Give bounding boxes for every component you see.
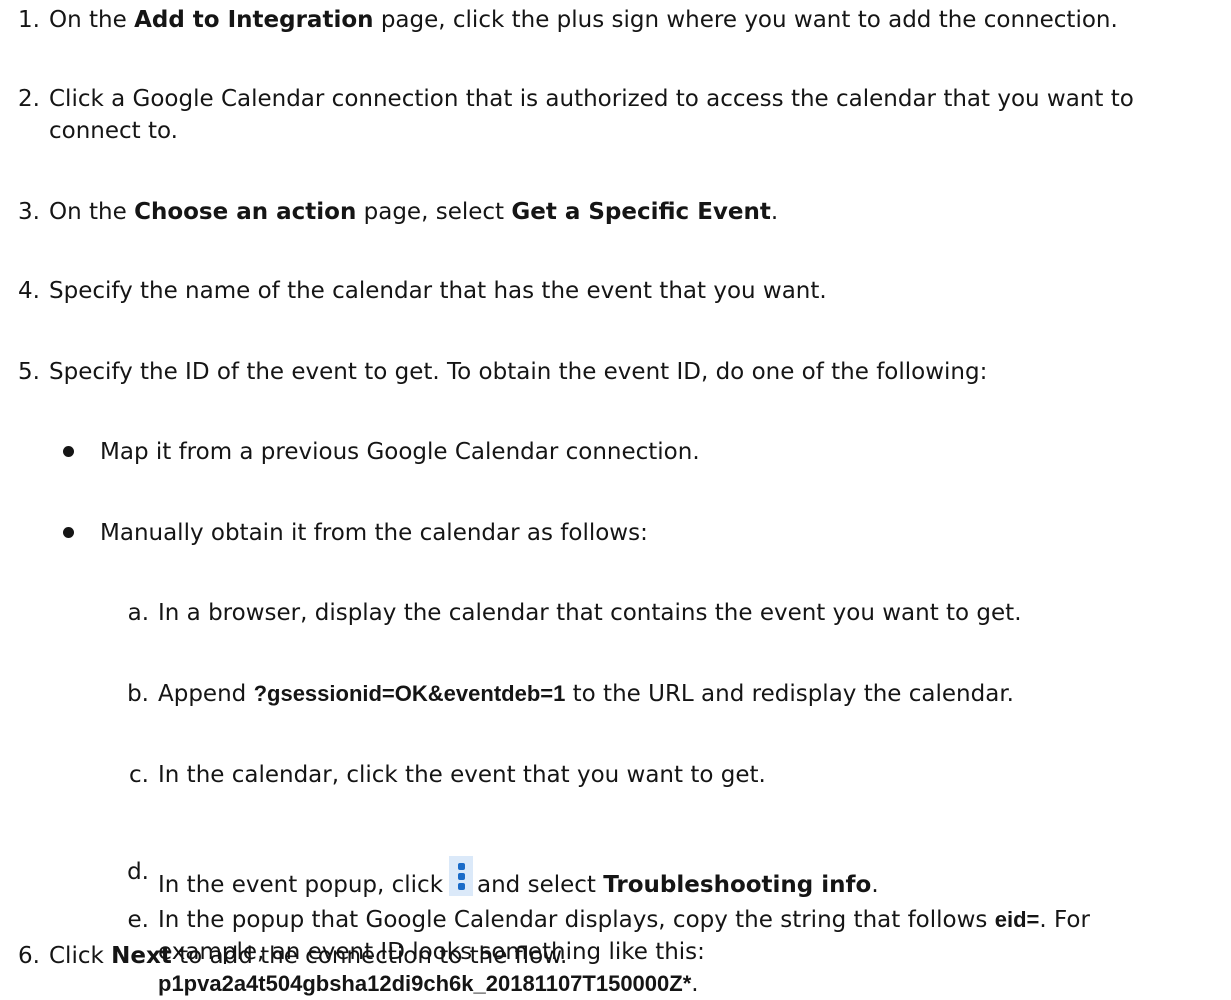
substep-text: In the calendar, click the event that yo… — [158, 762, 766, 788]
substep-text-pre: In the event popup, click — [158, 872, 444, 898]
step-number: 6. — [18, 943, 40, 969]
step-text-pre: On the — [49, 199, 135, 225]
bullet-dot — [63, 446, 74, 457]
step-number: 2. — [18, 86, 40, 112]
substep-text-post: . — [691, 971, 699, 997]
step-number: 5. — [18, 359, 40, 385]
substep-letter: a. — [127, 600, 149, 626]
bullet-dot — [63, 527, 74, 538]
step-text: Specify the name of the calendar that ha… — [49, 278, 827, 304]
ui-term-add-to-integration: Add to Integration — [134, 7, 374, 33]
substep-text: Append ?gsessionid=OK&eventdeb=1 to the … — [158, 678, 1191, 710]
code-eid: eid= — [994, 907, 1040, 932]
step-number: 4. — [18, 278, 40, 304]
substep-text-mid: and select — [477, 872, 604, 898]
step-text: Specify the ID of the event to get. To o… — [49, 359, 988, 385]
step-text: On the Choose an action page, select Get… — [49, 196, 1227, 228]
substep-text-pre: Append — [158, 681, 254, 707]
substep-text: In a browser, display the calendar that … — [158, 600, 1022, 626]
step-text-post: page, click the plus sign where you want… — [373, 7, 1118, 33]
ui-term-next: Next — [111, 943, 172, 969]
bullet-text: Map it from a previous Google Calendar c… — [100, 439, 700, 465]
step-text-post: . — [770, 199, 779, 225]
step-text: On the Add to Integration page, click th… — [49, 4, 1227, 36]
step-text-mid: page, select — [356, 199, 512, 225]
step-text-post: to add the connection to the flow. — [171, 943, 568, 969]
step-text: Click a Google Calendar connection that … — [49, 86, 1134, 144]
procedure-document: 1. On the Add to Integration page, click… — [0, 0, 1231, 997]
substep-letter: c. — [129, 762, 149, 788]
step-text-pre: On the — [49, 7, 135, 33]
code-event-id-example: p1pva2a4t504gbsha12di9ch6k_20181107T1500… — [158, 971, 692, 996]
substep-letter: e. — [127, 907, 149, 933]
ui-term-choose-an-action: Choose an action — [134, 199, 357, 225]
substep-text-post: to the URL and redisplay the calendar. — [565, 681, 1014, 707]
ui-term-troubleshooting-info: Troubleshooting info — [603, 872, 872, 898]
substep-text-post: . — [871, 872, 879, 898]
step-text: Click Next to add the connection to the … — [49, 940, 1227, 972]
kebab-menu-icon — [449, 856, 474, 896]
code-query-string: ?gsessionid=OK&eventdeb=1 — [253, 681, 566, 706]
substep-text: In the event popup, click and select Trou… — [158, 856, 1191, 901]
ui-term-get-a-specific-event: Get a Specific Event — [511, 199, 771, 225]
step-number: 3. — [18, 199, 40, 225]
step-text-pre: Click — [49, 943, 112, 969]
step-number: 1. — [18, 7, 40, 33]
substep-text-pre: In the popup that Google Calendar displa… — [158, 907, 995, 933]
bullet-text: Manually obtain it from the calendar as … — [100, 520, 648, 546]
substep-letter: d. — [127, 859, 149, 885]
substep-letter: b. — [127, 681, 149, 707]
